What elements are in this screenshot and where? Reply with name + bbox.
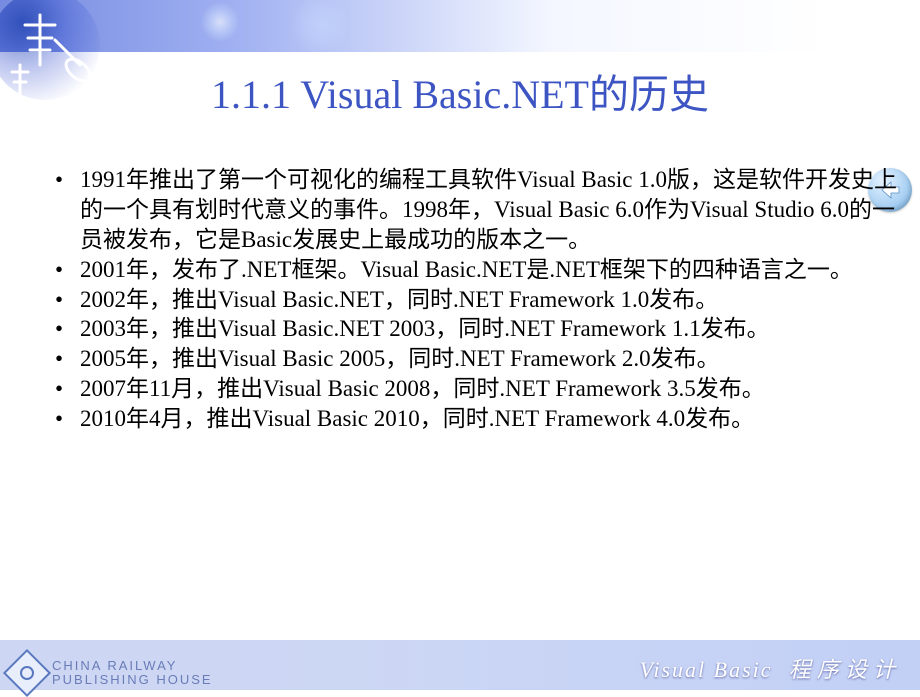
list-item: 2007年11月，推出Visual Basic 2008，同时.NET Fram… (55, 374, 910, 404)
slide-title: 1.1.1 Visual Basic.NET的历史 (0, 62, 920, 120)
publisher-name: CHINA RAILWAY PUBLISHING HOUSE (52, 659, 213, 688)
publisher-line2: PUBLISHING HOUSE (52, 673, 213, 687)
list-item: 2003年，推出Visual Basic.NET 2003，同时.NET Fra… (55, 314, 910, 344)
publisher-line1: CHINA RAILWAY (52, 659, 213, 673)
publisher-logo: CHINA RAILWAY PUBLISHING HOUSE (10, 656, 213, 690)
list-item: 2001年，发布了.NET框架。Visual Basic.NET是.NET框架下… (55, 255, 910, 285)
footer-brand-text: Visual Basic 程 序 设 计 (640, 652, 895, 684)
bullet-list: 1991年推出了第一个可视化的编程工具软件Visual Basic 1.0版，这… (55, 165, 910, 434)
list-item: 1991年推出了第一个可视化的编程工具软件Visual Basic 1.0版，这… (55, 165, 910, 255)
list-item: 2005年，推出Visual Basic 2005，同时.NET Framewo… (55, 344, 910, 374)
header-decoration (0, 0, 920, 70)
header-gradient-stripe (0, 0, 920, 52)
decorative-flower-icon (200, 2, 240, 42)
slide-body: 1991年推出了第一个可视化的编程工具软件Visual Basic 1.0版，这… (55, 165, 910, 434)
list-item: 2002年，推出Visual Basic.NET，同时.NET Framewor… (55, 285, 910, 315)
footer-brand-cn: 程 序 设 计 (789, 657, 895, 682)
list-item: 2010年4月，推出Visual Basic 2010，同时.NET Frame… (55, 404, 910, 434)
footer-brand-en: Visual Basic (640, 657, 773, 682)
